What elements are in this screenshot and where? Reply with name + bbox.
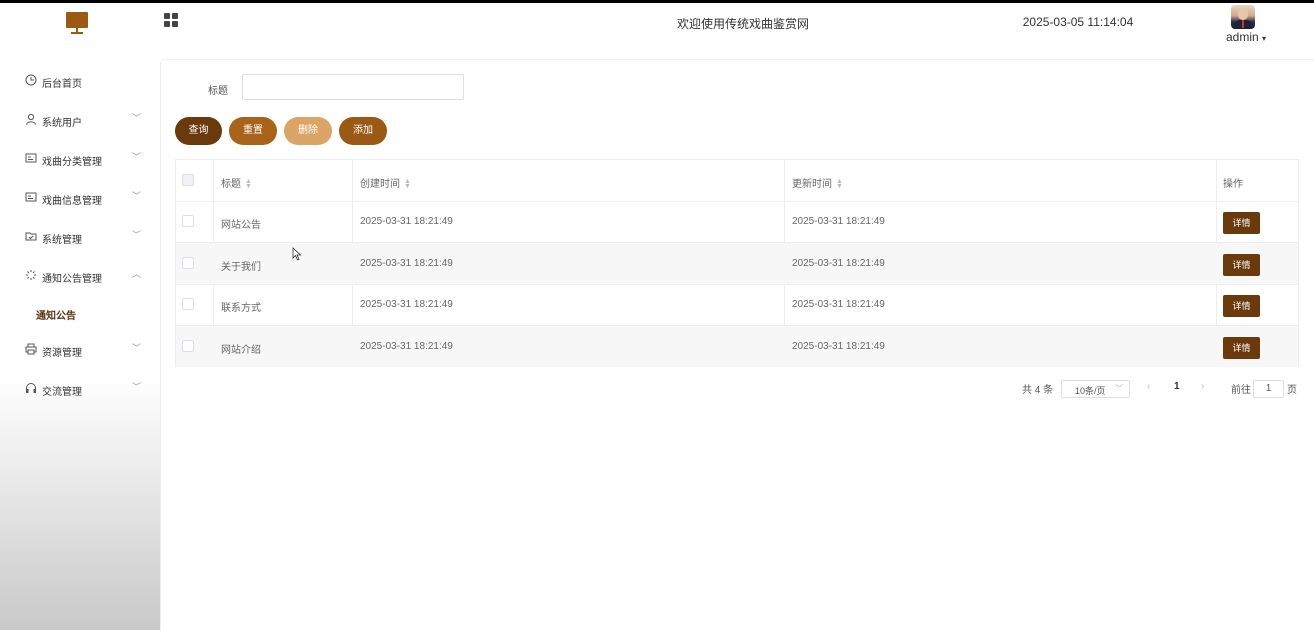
row-checkbox[interactable] bbox=[182, 215, 194, 227]
sidebar-item-home[interactable]: 后台首页 bbox=[0, 62, 156, 101]
sidebar-item-resources[interactable]: 资源管理 ﹀ bbox=[0, 331, 156, 370]
table-row: 网站公告 2025-03-31 18:21:49 2025-03-31 18:2… bbox=[176, 201, 1298, 243]
chevron-down-icon: ﹀ bbox=[132, 191, 142, 201]
chevron-down-icon: ﹀ bbox=[132, 343, 142, 353]
reset-button[interactable]: 重置 bbox=[229, 117, 277, 145]
user-menu[interactable]: admin ▾ bbox=[1223, 30, 1269, 44]
table-row: 联系方式 2025-03-31 18:21:49 2025-03-31 18:2… bbox=[176, 284, 1298, 326]
caret-down-icon: ▾ bbox=[1262, 34, 1267, 43]
sidebar-item-opera-info[interactable]: 戏曲信息管理 ﹀ bbox=[0, 179, 156, 218]
sidebar-item-users[interactable]: 系统用户 ﹀ bbox=[0, 101, 156, 140]
avatar[interactable] bbox=[1231, 5, 1255, 29]
sidebar-subitem-label: 通知公告 bbox=[36, 311, 76, 322]
column-header-created[interactable]: 创建时间 ▲ ▼ bbox=[360, 175, 411, 190]
detail-button[interactable]: 详情 bbox=[1223, 254, 1260, 276]
sidebar-item-label: 后台首页 bbox=[42, 79, 82, 90]
sidebar-item-communication[interactable]: 交流管理 ﹀ bbox=[0, 370, 156, 409]
sidebar-item-notice[interactable]: 通知公告管理 ︿ bbox=[0, 257, 156, 296]
detail-button[interactable]: 详情 bbox=[1223, 337, 1260, 359]
chevron-down-icon: ﹀ bbox=[132, 382, 142, 392]
column-header-updated[interactable]: 更新时间 ▲ ▼ bbox=[792, 175, 843, 190]
chevron-down-icon: ﹀ bbox=[132, 113, 142, 123]
row-checkbox[interactable] bbox=[182, 340, 194, 352]
table-row: 关于我们 2025-03-31 18:21:49 2025-03-31 18:2… bbox=[176, 243, 1298, 285]
row-created: 2025-03-31 18:21:49 bbox=[360, 216, 453, 227]
sort-icon: ▲ ▼ bbox=[404, 178, 411, 191]
username: admin bbox=[1225, 30, 1259, 44]
delete-button[interactable]: 删除 bbox=[284, 117, 332, 145]
chevron-down-icon: ﹀ bbox=[132, 230, 142, 240]
row-updated: 2025-03-31 18:21:49 bbox=[792, 341, 885, 352]
detail-button[interactable]: 详情 bbox=[1223, 295, 1260, 317]
row-title: 联系方式 bbox=[221, 303, 261, 314]
sidebar-item-label: 交流管理 bbox=[42, 387, 82, 398]
goto-page-input[interactable]: 1 bbox=[1253, 380, 1284, 398]
sidebar-item-label: 通知公告管理 bbox=[42, 274, 102, 285]
row-title: 关于我们 bbox=[221, 262, 261, 273]
total-count: 共 4 条 bbox=[1022, 385, 1054, 396]
menu-toggle-icon[interactable] bbox=[164, 13, 179, 28]
row-title: 网站介绍 bbox=[221, 345, 261, 356]
detail-button[interactable]: 详情 bbox=[1223, 212, 1260, 234]
sidebar-item-label: 系统管理 bbox=[42, 235, 82, 246]
printer-icon bbox=[25, 343, 37, 355]
sidebar-item-label: 资源管理 bbox=[42, 348, 82, 359]
column-header-actions: 操作 bbox=[1223, 179, 1243, 190]
row-title: 网站公告 bbox=[221, 220, 261, 231]
sidebar-item-system[interactable]: 系统管理 ﹀ bbox=[0, 218, 156, 257]
search-label: 标题 bbox=[208, 86, 228, 97]
chevron-down-icon: ﹀ bbox=[132, 152, 142, 162]
goto-suffix: 页 bbox=[1287, 385, 1297, 396]
table-header-row: 标题 ▲ ▼ 创建时间 ▲ ▼ 更新时间 ▲ ▼ 操作 bbox=[176, 160, 1298, 202]
folder-icon bbox=[25, 232, 37, 241]
sidebar-item-label: 系统用户 bbox=[42, 118, 82, 129]
header: 欢迎使用传统戏曲鉴赏网 2025-03-05 11:14:04 admin ▾ bbox=[0, 3, 1314, 44]
query-button[interactable]: 查询 bbox=[175, 117, 222, 145]
card-icon bbox=[25, 153, 37, 163]
row-updated: 2025-03-31 18:21:49 bbox=[792, 258, 885, 269]
monitor-logo-icon[interactable] bbox=[66, 12, 88, 34]
row-updated: 2025-03-31 18:21:49 bbox=[792, 216, 885, 227]
goto-label: 前往 bbox=[1231, 385, 1251, 396]
row-checkbox[interactable] bbox=[182, 257, 194, 269]
current-page[interactable]: 1 bbox=[1174, 381, 1180, 392]
page-size-select[interactable]: 10条/页 ﹀ bbox=[1061, 380, 1130, 398]
chevron-down-icon: ﹀ bbox=[1115, 384, 1123, 393]
card-icon bbox=[25, 192, 37, 202]
clock-icon bbox=[25, 74, 37, 86]
table-row: 网站介绍 2025-03-31 18:21:49 2025-03-31 18:2… bbox=[176, 326, 1298, 367]
title-search-input[interactable] bbox=[242, 74, 464, 100]
mouse-cursor-icon bbox=[292, 247, 302, 261]
row-created: 2025-03-31 18:21:49 bbox=[360, 341, 453, 352]
loading-icon bbox=[26, 270, 36, 280]
select-all-checkbox[interactable] bbox=[182, 174, 194, 186]
row-created: 2025-03-31 18:21:49 bbox=[360, 299, 453, 310]
notice-table: 标题 ▲ ▼ 创建时间 ▲ ▼ 更新时间 ▲ ▼ 操作 网站公告 2025-03-31 18… bbox=[175, 159, 1299, 367]
sidebar-item-label: 戏曲分类管理 bbox=[42, 157, 102, 168]
next-page-icon[interactable]: › bbox=[1201, 381, 1204, 392]
add-button[interactable]: 添加 bbox=[339, 117, 387, 145]
sidebar-subitem-notice[interactable]: 通知公告 bbox=[8, 295, 156, 328]
prev-page-icon[interactable]: ‹ bbox=[1147, 381, 1150, 392]
sort-icon: ▲ ▼ bbox=[245, 178, 252, 191]
row-updated: 2025-03-31 18:21:49 bbox=[792, 299, 885, 310]
sort-icon: ▲ ▼ bbox=[836, 178, 843, 191]
sidebar-item-label: 戏曲信息管理 bbox=[42, 196, 102, 207]
column-header-title[interactable]: 标题 ▲ ▼ bbox=[221, 175, 252, 190]
chevron-up-icon: ︿ bbox=[132, 269, 142, 279]
sidebar: 后台首页 系统用户 ﹀ 戏曲分类管理 ﹀ 戏曲信息管理 ﹀ 系统管理 ﹀ 通知公… bbox=[0, 44, 156, 630]
row-created: 2025-03-31 18:21:49 bbox=[360, 258, 453, 269]
current-datetime: 2025-03-05 11:14:04 bbox=[1022, 15, 1134, 29]
user-icon bbox=[26, 113, 36, 125]
headset-icon bbox=[26, 383, 36, 393]
row-checkbox[interactable] bbox=[182, 298, 194, 310]
sidebar-item-opera-category[interactable]: 戏曲分类管理 ﹀ bbox=[0, 140, 156, 179]
site-title: 欢迎使用传统戏曲鉴赏网 bbox=[676, 17, 809, 31]
